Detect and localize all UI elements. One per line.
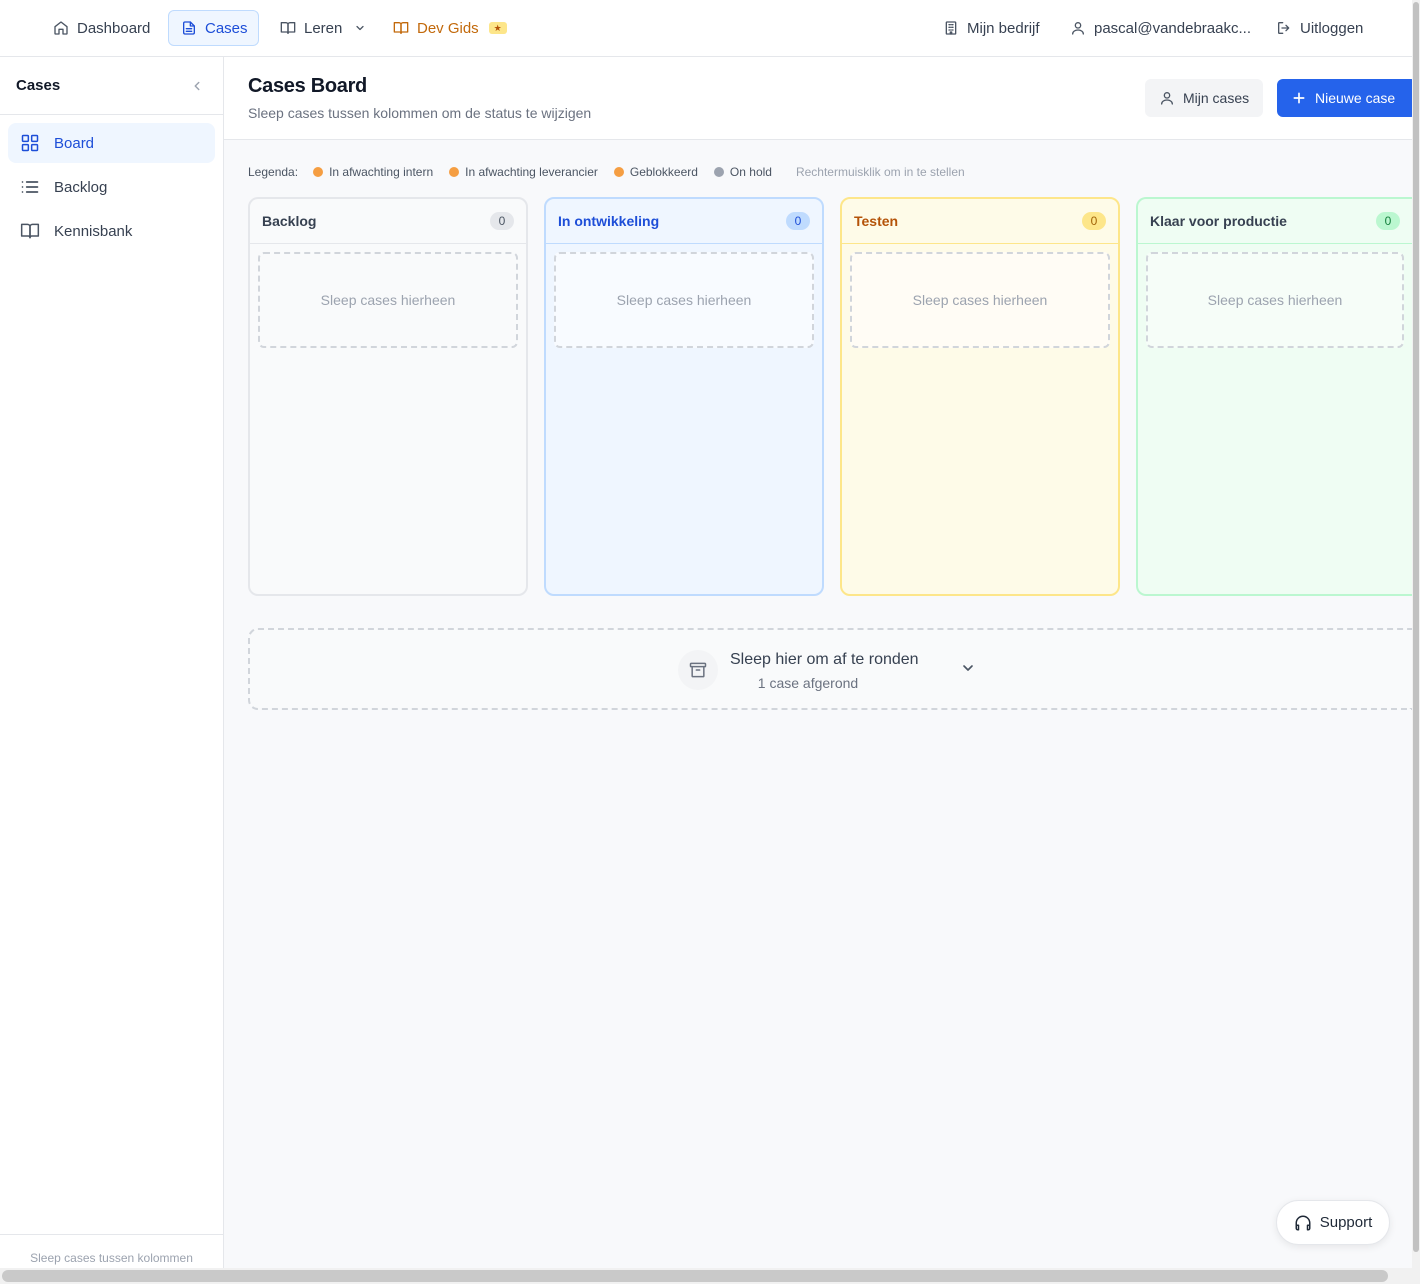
chevron-down-icon[interactable] <box>960 660 976 676</box>
nav-leren[interactable]: Leren <box>267 10 379 46</box>
page-header: Cases Board Sleep cases tussen kolommen … <box>224 57 1417 140</box>
status-dot <box>313 167 324 177</box>
book-open-icon <box>20 223 40 239</box>
column-title: Klaar voor productie <box>1150 213 1287 229</box>
user-icon <box>1161 92 1173 105</box>
sidebar-item-label: Board <box>54 134 95 152</box>
book-open-icon <box>393 22 409 34</box>
column-klaar-voor-productie[interactable]: Klaar voor productie 0 Sleep cases hierh… <box>1136 197 1412 596</box>
nav-user-label: pascal@vandebraakc... <box>1094 19 1251 37</box>
legend-item: In afwachting intern <box>313 165 433 179</box>
nav-mijn-bedrijf[interactable]: Mijn bedrijf <box>930 10 1053 46</box>
book-open-icon <box>280 22 296 34</box>
column-backlog[interactable]: Backlog 0 Sleep cases hierheen <box>248 197 528 596</box>
sidebar: Cases Board Backlog Kennisbank Sleep cas… <box>0 57 224 1284</box>
column-title: In ontwikkeling <box>558 213 660 229</box>
complete-title: Sleep hier om af te ronden <box>730 651 919 668</box>
support-button[interactable]: Support <box>1276 1200 1390 1245</box>
page-subtitle: Sleep cases tussen kolommen om de status… <box>248 105 592 121</box>
nav-dev-gids[interactable]: Dev Gids ★ <box>380 10 520 46</box>
chevron-down-icon <box>356 25 364 31</box>
status-dot <box>449 167 460 177</box>
chevron-left-icon <box>194 81 200 90</box>
list-icon <box>21 181 39 193</box>
complete-count: 1 case afgerond <box>757 675 859 691</box>
column-dropzone[interactable]: Sleep cases hierheen <box>850 252 1110 348</box>
legend-item: On hold <box>713 165 772 179</box>
column-count-badge: 0 <box>490 212 514 230</box>
column-title: Backlog <box>262 213 317 229</box>
column-in-ontwikkeling[interactable]: In ontwikkeling 0 Sleep cases hierheen <box>544 197 824 596</box>
column-count-badge: 0 <box>1376 212 1400 230</box>
legend-item-label: Geblokkeerd <box>629 165 698 179</box>
vertical-scrollbar-thumb[interactable] <box>1413 2 1419 1252</box>
my-cases-button[interactable]: Mijn cases <box>1145 79 1264 117</box>
nav-cases-label: Cases <box>205 19 248 37</box>
column-header: Backlog 0 <box>250 199 526 244</box>
sidebar-item-label: Kennisbank <box>54 222 133 240</box>
column-count-badge: 0 <box>786 212 810 230</box>
sidebar-header: Cases <box>0 57 223 115</box>
nav-uitloggen[interactable]: Uitloggen <box>1263 10 1376 46</box>
legend-item-label: In afwachting intern <box>329 165 434 179</box>
archive-icon-wrapper <box>678 650 718 690</box>
logout-icon <box>1278 22 1290 34</box>
sidebar-footer-text: Sleep cases tussen kolommen <box>30 1251 193 1265</box>
status-dot <box>713 167 724 177</box>
page-title: Cases Board <box>248 75 367 97</box>
nav-mijn-bedrijf-label: Mijn bedrijf <box>967 19 1040 37</box>
plus-icon <box>1293 92 1305 104</box>
legend-item-label: On hold <box>729 165 772 179</box>
sidebar-collapse-button[interactable] <box>187 76 207 96</box>
complete-dropzone[interactable]: Sleep hier om af te ronden 1 case afgero… <box>248 628 1412 710</box>
star-badge: ★ <box>488 22 507 34</box>
sidebar-item-board[interactable]: Board <box>8 123 215 163</box>
column-dropzone[interactable]: Sleep cases hierheen <box>258 252 518 348</box>
column-header: In ontwikkeling 0 <box>546 199 822 244</box>
sidebar-item-label: Backlog <box>54 178 108 196</box>
top-navigation: Dashboard Cases Leren Dev Gids ★ Mijn be… <box>0 0 1412 57</box>
legend-item: In afwachting leverancier <box>449 165 598 179</box>
legend-label: Legenda: <box>248 165 299 179</box>
legend-hint: Rechtermuisklik om in te stellen <box>795 165 965 179</box>
column-title: Testen <box>854 213 899 229</box>
legend-item-label: In afwachting leverancier <box>465 165 598 179</box>
grid-icon <box>21 134 39 152</box>
home-icon <box>54 21 68 35</box>
column-dropzone[interactable]: Sleep cases hierheen <box>554 252 814 348</box>
sidebar-item-kennisbank[interactable]: Kennisbank <box>8 211 215 251</box>
column-dropzone[interactable]: Sleep cases hierheen <box>1146 252 1404 348</box>
nav-cases[interactable]: Cases <box>168 10 259 46</box>
column-testen[interactable]: Testen 0 Sleep cases hierheen <box>840 197 1120 596</box>
column-count-badge: 0 <box>1082 212 1106 230</box>
headphones-icon <box>1295 1215 1311 1230</box>
nav-dashboard[interactable]: Dashboard <box>40 10 163 46</box>
archive-icon <box>689 662 707 678</box>
building-icon <box>945 21 957 35</box>
horizontal-scrollbar-thumb[interactable] <box>2 1270 1388 1282</box>
status-dot <box>613 167 624 177</box>
sidebar-title: Cases <box>16 77 61 94</box>
column-header: Klaar voor productie 0 <box>1138 199 1412 244</box>
nav-user-account[interactable]: pascal@vandebraakc... <box>1057 10 1264 46</box>
nav-uitloggen-label: Uitloggen <box>1300 19 1364 37</box>
new-case-label: Nieuwe case <box>1315 90 1396 106</box>
sidebar-item-backlog[interactable]: Backlog <box>8 167 215 207</box>
user-icon <box>1072 22 1084 35</box>
nav-leren-label: Leren <box>304 19 343 37</box>
status-legend: Legenda: In afwachting intern In afwacht… <box>248 164 965 180</box>
nav-dashboard-label: Dashboard <box>77 19 151 37</box>
document-icon <box>183 21 195 35</box>
legend-item: Geblokkeerd <box>613 165 698 179</box>
column-header: Testen 0 <box>842 199 1118 244</box>
sidebar-nav: Board Backlog Kennisbank <box>0 115 223 263</box>
new-case-button[interactable]: Nieuwe case <box>1277 79 1417 117</box>
nav-dev-gids-label: Dev Gids <box>417 19 479 37</box>
my-cases-label: Mijn cases <box>1183 90 1250 106</box>
support-label: Support <box>1319 1214 1373 1231</box>
